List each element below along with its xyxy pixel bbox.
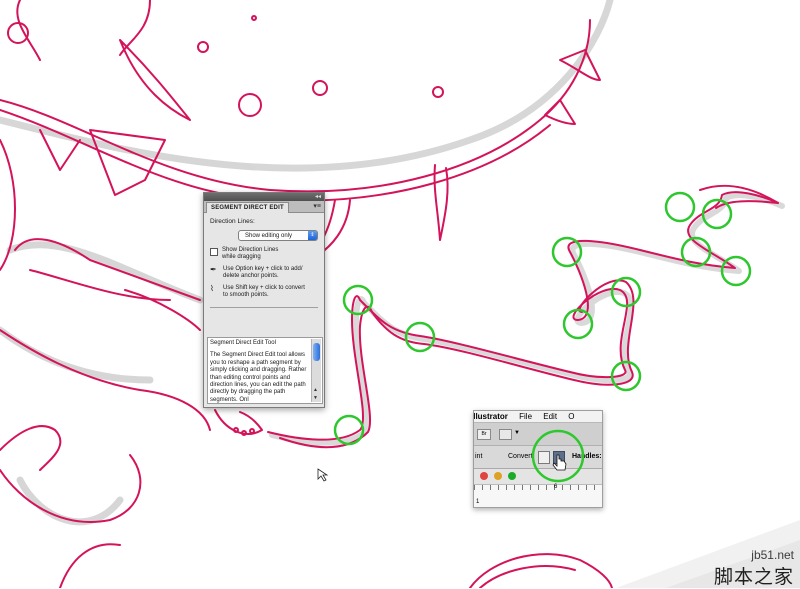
convert-highlight-overlay — [531, 429, 585, 483]
watermark-site-name: 脚本之家 — [713, 566, 794, 588]
watermark-url: jb51.net — [751, 548, 794, 562]
hand-pointer-icon — [552, 454, 567, 471]
